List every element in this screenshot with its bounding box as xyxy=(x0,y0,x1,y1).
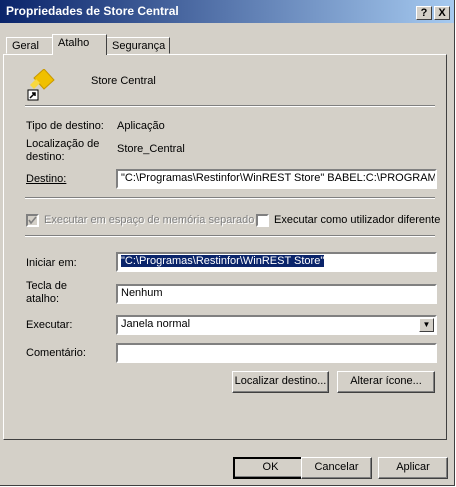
run-label: Executar: xyxy=(26,319,73,331)
change-icon-button[interactable]: Alterar ícone... xyxy=(337,371,435,393)
comment-field[interactable] xyxy=(116,343,437,363)
target-location-label-line2: destino: xyxy=(26,151,65,163)
start-in-field[interactable]: "C:\Programas\Restinfor\WinREST Store" xyxy=(116,252,437,272)
help-button[interactable]: ? xyxy=(416,6,432,20)
comment-label: Comentário: xyxy=(26,347,86,359)
cancel-button[interactable]: Cancelar xyxy=(301,457,372,479)
application-icon xyxy=(27,69,55,101)
divider xyxy=(25,197,435,199)
divider xyxy=(25,105,435,107)
tab-seguranca-label: Segurança xyxy=(112,40,166,52)
separate-memory-checkbox[interactable] xyxy=(26,214,39,227)
find-target-button[interactable]: Localizar destino... xyxy=(232,371,329,393)
divider xyxy=(25,235,435,237)
tab-seguranca[interactable]: Segurança xyxy=(106,37,170,54)
start-in-label: Iniciar em: xyxy=(26,257,77,269)
shortcut-name: Store Central xyxy=(91,75,156,87)
separate-memory-label: Executar em espaço de memória separado xyxy=(44,214,255,226)
chevron-down-icon[interactable]: ▼ xyxy=(419,318,434,332)
start-in-value: "C:\Programas\Restinfor\WinREST Store" xyxy=(121,255,325,267)
target-field-value: "C:\Programas\Restinfor\WinREST Store" B… xyxy=(121,172,437,184)
run-select-value: Janela normal xyxy=(121,318,191,330)
hotkey-label-line1: Tecla de xyxy=(26,280,67,292)
hotkey-field[interactable]: Nenhum xyxy=(116,284,437,304)
ok-button[interactable]: OK xyxy=(233,457,308,479)
target-label: Destino: xyxy=(26,173,66,185)
target-type-label: Tipo de destino: xyxy=(26,120,104,132)
hotkey-value: Nenhum xyxy=(121,287,163,299)
target-location-value: Store_Central xyxy=(117,143,185,155)
target-field[interactable]: "C:\Programas\Restinfor\WinREST Store" B… xyxy=(116,169,437,189)
target-location-label-line1: Localização de xyxy=(26,138,100,150)
run-as-other-checkbox[interactable] xyxy=(256,214,269,227)
run-select[interactable]: Janela normal ▼ xyxy=(116,315,437,335)
window-title: Propriedades de Store Central xyxy=(6,4,179,18)
run-as-other-label: Executar como utilizador diferente xyxy=(274,214,441,226)
checkmark-icon xyxy=(28,216,37,225)
target-label-text: Destino: xyxy=(26,173,67,185)
tab-atalho[interactable]: Atalho xyxy=(52,34,107,55)
properties-dialog: Propriedades de Store Central ? X Geral … xyxy=(0,0,455,486)
tab-geral-label: Geral xyxy=(12,40,39,52)
title-bar: Propriedades de Store Central ? X xyxy=(0,0,454,23)
hotkey-label-line2: atalho: xyxy=(26,293,60,305)
apply-button[interactable]: Aplicar xyxy=(378,457,448,479)
close-button[interactable]: X xyxy=(434,6,450,20)
shortcut-panel: Store Central Tipo de destino: Aplicação… xyxy=(3,54,447,440)
tab-atalho-label: Atalho xyxy=(58,37,90,49)
target-type-value: Aplicação xyxy=(117,120,165,132)
tab-geral[interactable]: Geral xyxy=(6,37,53,54)
